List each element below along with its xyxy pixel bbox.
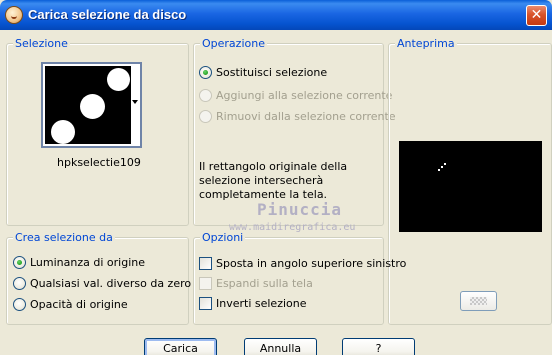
preview-dot — [438, 169, 440, 171]
preview-background-button[interactable] — [460, 291, 497, 311]
radio-label: Opacità di origine — [30, 298, 128, 311]
radio-label: Sostituisci selezione — [216, 66, 328, 79]
selection-name: hpkselectie109 — [57, 156, 141, 169]
radio-remove-selection: Rimuovi dalla selezione corrente — [199, 110, 396, 123]
help-button[interactable]: ? — [342, 338, 415, 355]
radio-label: Luminanza di origine — [30, 256, 145, 269]
selection-thumbnail — [45, 66, 131, 144]
preview-canvas — [399, 141, 542, 232]
radio-button — [199, 110, 212, 123]
selection-picker[interactable] — [41, 62, 142, 148]
preview-legend: Anteprima — [395, 37, 457, 50]
operation-description: Il rettangolo originale della selezione … — [199, 160, 348, 201]
radio-label: Rimuovi dalla selezione corrente — [216, 110, 396, 123]
watermark-name: Pinuccia — [257, 200, 343, 219]
radio-button[interactable] — [13, 256, 26, 269]
checkbox-label: Espandi sulla tela — [216, 277, 313, 290]
selection-legend: Selezione — [13, 37, 70, 50]
create-from-legend: Crea selezione da — [13, 231, 115, 244]
load-button[interactable]: Carica — [144, 338, 217, 355]
radio-button[interactable] — [199, 66, 212, 79]
app-icon — [5, 6, 23, 24]
radio-any-nonzero[interactable]: Qualsiasi val. diverso da zero — [13, 277, 191, 290]
radio-button[interactable] — [13, 298, 26, 311]
checkbox-label: Sposta in angolo superiore sinistro — [216, 257, 407, 270]
radio-label: Aggiungi alla selezione corrente — [216, 89, 393, 102]
window-title: Carica selezione da disco — [28, 7, 187, 22]
checkbox-expand-canvas: Espandi sulla tela — [199, 277, 313, 290]
radio-add-selection: Aggiungi alla selezione corrente — [199, 89, 392, 102]
checkerboard-icon — [470, 297, 487, 305]
radio-replace-selection[interactable]: Sostituisci selezione — [199, 66, 327, 79]
checkbox — [199, 277, 212, 290]
watermark-url: www.maidiregrafica.eu — [229, 222, 356, 233]
title-bar[interactable]: Carica selezione da disco ✕ — [0, 0, 552, 30]
checkbox-invert-selection[interactable]: Inverti selezione — [199, 297, 307, 310]
selection-dot — [107, 68, 130, 91]
radio-source-opacity[interactable]: Opacità di origine — [13, 298, 128, 311]
selection-dot — [51, 120, 75, 144]
selection-dot — [80, 94, 105, 119]
radio-button — [199, 89, 212, 102]
close-button[interactable]: ✕ — [526, 5, 547, 26]
operation-legend: Operazione — [200, 37, 267, 50]
preview-dot — [444, 163, 446, 165]
preview-dot — [441, 166, 443, 168]
checkbox[interactable] — [199, 257, 212, 270]
radio-source-luminance[interactable]: Luminanza di origine — [13, 256, 145, 269]
checkbox-move-top-left[interactable]: Sposta in angolo superiore sinistro — [199, 257, 406, 270]
dropdown-arrow-icon[interactable] — [132, 100, 138, 104]
checkbox-label: Inverti selezione — [216, 297, 307, 310]
options-legend: Opzioni — [200, 231, 246, 244]
checkbox[interactable] — [199, 297, 212, 310]
cancel-button[interactable]: Annulla — [244, 338, 317, 355]
radio-label: Qualsiasi val. diverso da zero — [30, 277, 192, 290]
radio-button[interactable] — [13, 277, 26, 290]
